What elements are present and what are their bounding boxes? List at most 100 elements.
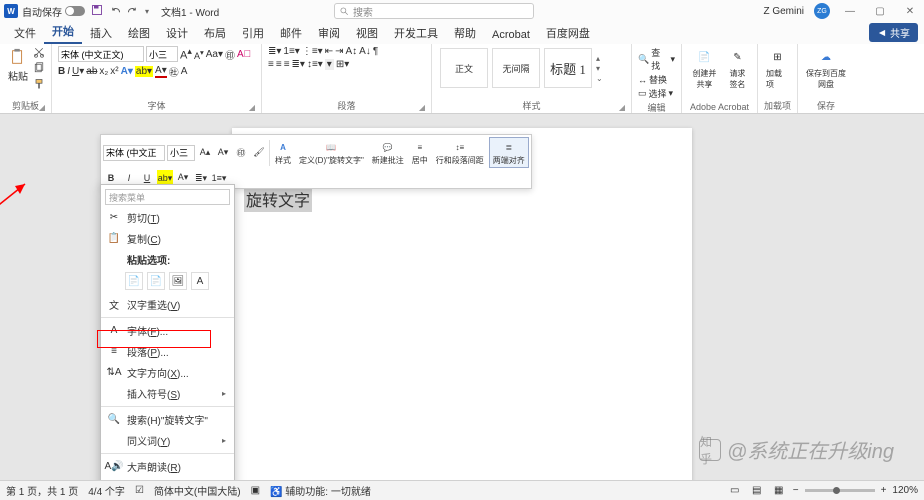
language-indicator[interactable]: 简体中文(中国大陆) xyxy=(154,483,241,498)
toggle-off-icon[interactable] xyxy=(65,6,85,16)
save-icon[interactable] xyxy=(91,4,103,19)
menu-search[interactable]: 搜索菜单 xyxy=(105,189,230,205)
paste-button[interactable]: 粘贴 xyxy=(6,46,30,85)
mini-style-button[interactable]: A样式 xyxy=(272,138,294,167)
accessibility-indicator[interactable]: ♿ 辅助功能: 一切就绪 xyxy=(270,483,371,498)
print-layout-icon[interactable]: ▤ xyxy=(749,484,765,498)
phonic-icon[interactable]: ㊞ xyxy=(233,145,249,161)
text-effect-icon[interactable]: A▾ xyxy=(121,66,133,77)
user-avatar[interactable]: ZG xyxy=(814,3,830,19)
style-scroll-down-icon[interactable]: ▾ xyxy=(596,64,603,73)
tab-mailings[interactable]: 邮件 xyxy=(272,22,310,44)
border-char-icon[interactable]: A xyxy=(181,66,188,77)
menu-reconvert[interactable]: 文汉字重选(V) xyxy=(101,294,234,315)
find-button[interactable]: 🔍查找▾ xyxy=(638,46,675,72)
show-marks-icon[interactable]: ¶ xyxy=(373,46,378,57)
tab-layout[interactable]: 布局 xyxy=(196,22,234,44)
increase-indent-icon[interactable]: ⇥ xyxy=(335,46,343,57)
paste-keep-source-icon[interactable]: 📄 xyxy=(125,272,143,290)
font-color-icon[interactable]: A▾ xyxy=(155,65,167,78)
style-heading1[interactable]: 标题 1 xyxy=(544,48,592,88)
zoom-level[interactable]: 120% xyxy=(892,485,918,496)
macro-icon[interactable]: ▣ xyxy=(251,485,260,496)
menu-text-direction[interactable]: ⇅A文字方向(X)... xyxy=(101,362,234,383)
format-painter-icon[interactable] xyxy=(33,78,45,93)
dialog-launcher-icon[interactable]: ◢ xyxy=(39,103,45,112)
paste-picture-icon[interactable]: 🖼 xyxy=(169,272,187,290)
menu-thesaurus[interactable]: 同义词(Y)▸ xyxy=(101,430,234,451)
justify-icon[interactable]: ≣▾ xyxy=(292,59,305,70)
align-right-icon[interactable]: ≡ xyxy=(284,59,290,70)
tab-draw[interactable]: 绘图 xyxy=(120,22,158,44)
highlight-icon[interactable]: ab▾ xyxy=(135,66,153,77)
adobe-create-button[interactable]: 📄创建并共享 xyxy=(688,46,721,92)
qat-dropdown-icon[interactable]: ▾ xyxy=(145,7,149,16)
tab-review[interactable]: 审阅 xyxy=(310,22,348,44)
focus-view-icon[interactable]: ▭ xyxy=(727,484,743,498)
dialog-launcher-icon[interactable]: ◢ xyxy=(619,103,625,112)
style-nospacing[interactable]: 无间隔 xyxy=(492,48,540,88)
text-direction-icon[interactable]: A↕ xyxy=(345,46,357,57)
enclose-char-icon[interactable]: ㊓ xyxy=(169,64,179,79)
shading-icon[interactable]: ▾ xyxy=(325,59,334,70)
font-name-select[interactable] xyxy=(58,46,144,62)
menu-paragraph[interactable]: ≡段落(P)... xyxy=(101,341,234,362)
strike-icon[interactable]: ab xyxy=(86,66,97,77)
paste-merge-icon[interactable]: 📄 xyxy=(147,272,165,290)
font-size-select[interactable] xyxy=(146,46,178,62)
menu-copy[interactable]: 📋复制(C) xyxy=(101,228,234,249)
tab-acrobat[interactable]: Acrobat xyxy=(484,26,538,44)
search-box[interactable]: 搜索 xyxy=(334,3,534,19)
redo-icon[interactable] xyxy=(127,4,139,19)
bullets-icon[interactable]: ≣▾ xyxy=(268,46,281,57)
replace-button[interactable]: ↔替换 xyxy=(638,73,667,86)
change-case-icon[interactable]: Aa▾ xyxy=(206,49,223,60)
multilevel-icon[interactable]: ⋮≡▾ xyxy=(302,46,323,57)
copy-icon[interactable] xyxy=(33,62,45,77)
shrink-font-icon[interactable]: A▾ xyxy=(215,145,231,161)
tab-help[interactable]: 帮助 xyxy=(446,22,484,44)
restore-button[interactable]: ▢ xyxy=(870,6,890,17)
style-more-icon[interactable]: ⌄ xyxy=(596,74,603,83)
page-indicator[interactable]: 第 1 页，共 1 页 xyxy=(6,483,78,498)
mini-justify-button[interactable]: ≣两端对齐 xyxy=(489,137,529,168)
spellcheck-icon[interactable]: ☑ xyxy=(135,485,144,496)
tab-view[interactable]: 视图 xyxy=(348,22,386,44)
tab-design[interactable]: 设计 xyxy=(158,22,196,44)
grow-font-icon[interactable]: A▴ xyxy=(197,145,213,161)
autosave-toggle[interactable]: 自动保存 xyxy=(22,4,85,19)
selected-text[interactable]: 旋转文字 xyxy=(244,186,312,212)
mini-center-button[interactable]: ≡居中 xyxy=(409,138,431,167)
grow-font-icon[interactable]: A▴ xyxy=(180,46,192,62)
document-area[interactable]: 旋转文字 选中要旋转的文字 A▴ A▾ ㊞ 🖌 A样式 📖定义(D)"旋转文字"… xyxy=(0,114,924,480)
line-spacing-icon[interactable]: ↕≡▾ xyxy=(307,59,323,70)
tab-references[interactable]: 引用 xyxy=(234,22,272,44)
dialog-launcher-icon[interactable]: ◢ xyxy=(419,103,425,112)
superscript-icon[interactable]: x² xyxy=(110,66,118,77)
menu-symbol[interactable]: 插入符号(S)▸ xyxy=(101,383,234,404)
menu-font[interactable]: A字体(F)... xyxy=(101,320,234,341)
paste-text-icon[interactable]: A xyxy=(191,272,209,290)
tab-insert[interactable]: 插入 xyxy=(82,22,120,44)
mini-font-size[interactable] xyxy=(167,145,195,161)
menu-search-rotate[interactable]: 🔍搜索(H)"旋转文字" xyxy=(101,409,234,430)
share-button[interactable]: 共享 xyxy=(869,23,918,42)
italic-icon[interactable]: I xyxy=(67,66,70,77)
web-layout-icon[interactable]: ▦ xyxy=(771,484,787,498)
cut-icon[interactable] xyxy=(33,46,45,61)
align-center-icon[interactable]: ≡ xyxy=(276,59,282,70)
numbering-icon[interactable]: 1≡▾ xyxy=(283,46,299,57)
select-button[interactable]: ▭选择▾ xyxy=(638,87,673,100)
tab-file[interactable]: 文件 xyxy=(6,22,44,44)
tab-baidu[interactable]: 百度网盘 xyxy=(538,22,598,44)
mini-spacing-button[interactable]: ↕≡行和段落间距 xyxy=(433,138,487,167)
shrink-font-icon[interactable]: A▾ xyxy=(194,48,204,61)
tab-home[interactable]: 开始 xyxy=(44,20,82,44)
close-button[interactable]: ✕ xyxy=(900,6,920,17)
menu-cut[interactable]: ✂剪切(T) xyxy=(101,207,234,228)
zoom-slider[interactable] xyxy=(805,489,875,492)
subscript-icon[interactable]: x₂ xyxy=(99,66,108,77)
dialog-launcher-icon[interactable]: ◢ xyxy=(249,103,255,112)
format-painter-icon[interactable]: 🖌 xyxy=(251,145,267,161)
zoom-out-icon[interactable]: − xyxy=(793,485,799,496)
